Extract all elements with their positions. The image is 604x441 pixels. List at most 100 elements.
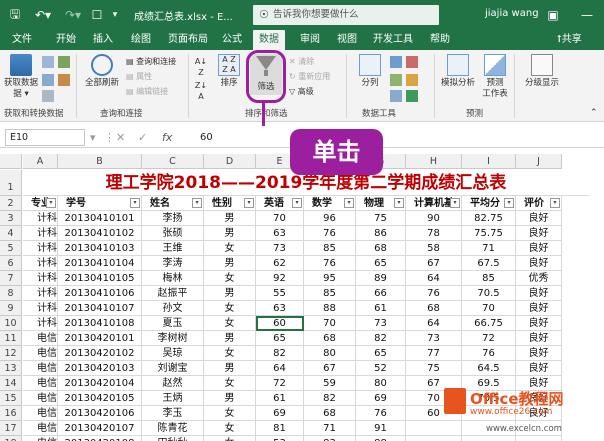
flash-fill-icon[interactable] bbox=[390, 56, 402, 68]
filter-dropdown-icon[interactable]: ▾ bbox=[46, 198, 56, 208]
table-cell[interactable]: 陈青花 bbox=[142, 421, 204, 436]
table-cell[interactable]: 65 bbox=[256, 331, 304, 346]
table-cell[interactable]: 64 bbox=[256, 361, 304, 376]
row-header-9[interactable]: 9 bbox=[0, 301, 22, 316]
row-header-14[interactable]: 14 bbox=[0, 376, 22, 391]
table-cell[interactable]: 68 bbox=[406, 301, 462, 316]
table-cell[interactable]: 计科 bbox=[23, 241, 58, 256]
table-cell[interactable]: 李树树 bbox=[142, 331, 204, 346]
table-cell[interactable]: 73 bbox=[256, 241, 304, 256]
minimize-icon[interactable]: — bbox=[570, 0, 604, 30]
table-cell[interactable]: 76 bbox=[462, 346, 516, 361]
table-cell[interactable]: 66.75 bbox=[462, 316, 516, 331]
table-cell[interactable]: 82.75 bbox=[462, 211, 516, 226]
row-header-13[interactable]: 13 bbox=[0, 361, 22, 376]
column-header-c[interactable]: C bbox=[142, 154, 204, 169]
table-cell[interactable]: 刘谢宝 bbox=[142, 361, 204, 376]
table-cell[interactable]: 计科 bbox=[23, 286, 58, 301]
table-cell[interactable]: 男 bbox=[204, 226, 256, 241]
small-icon[interactable] bbox=[42, 90, 54, 102]
table-cell[interactable]: 77 bbox=[406, 346, 462, 361]
table-cell[interactable]: 75 bbox=[356, 211, 406, 226]
table-cell[interactable]: 20130420103 bbox=[58, 361, 142, 376]
table-cell[interactable]: 20130410107 bbox=[58, 301, 142, 316]
properties-button[interactable]: ▤ 属性 bbox=[126, 71, 152, 82]
refresh-all-button[interactable]: 全部刷新 bbox=[82, 54, 122, 89]
row-header-4[interactable]: 4 bbox=[0, 226, 22, 241]
table-cell[interactable]: 75.75 bbox=[462, 226, 516, 241]
table-cell[interactable]: 68 bbox=[304, 406, 356, 421]
table-cell[interactable]: 20130410103 bbox=[58, 241, 142, 256]
new-file-icon[interactable]: ☐ bbox=[90, 6, 104, 24]
column-title-cell[interactable]: 计算机基 ▾ bbox=[406, 196, 462, 211]
column-header-a[interactable]: A bbox=[23, 154, 58, 169]
filter-dropdown-icon[interactable]: ▾ bbox=[344, 198, 354, 208]
table-cell[interactable]: 68 bbox=[304, 331, 356, 346]
ribbon-display-icon[interactable]: ▣ bbox=[538, 0, 568, 30]
table-cell[interactable]: 李涛 bbox=[142, 256, 204, 271]
table-cell[interactable]: 76 bbox=[356, 406, 406, 421]
user-name[interactable]: jiajia wang bbox=[485, 8, 539, 19]
table-cell[interactable]: 男 bbox=[204, 331, 256, 346]
column-title-cell[interactable]: 专业 ▾ bbox=[23, 196, 58, 211]
tab-draw[interactable]: 绘图 bbox=[131, 30, 151, 50]
table-cell[interactable]: 82 bbox=[304, 391, 356, 406]
row-header-8[interactable]: 8 bbox=[0, 286, 22, 301]
enter-icon[interactable]: ✓ bbox=[138, 129, 147, 146]
table-cell[interactable]: 良好 bbox=[516, 361, 562, 376]
table-cell[interactable]: 男 bbox=[204, 361, 256, 376]
table-cell[interactable]: 76 bbox=[304, 256, 356, 271]
sort-za-icon[interactable]: Z↓ A bbox=[194, 80, 208, 102]
table-cell[interactable]: 女 bbox=[204, 346, 256, 361]
table-cell[interactable]: 69 bbox=[256, 406, 304, 421]
table-cell[interactable]: 男 bbox=[204, 391, 256, 406]
column-title-cell[interactable]: 物理 ▾ bbox=[356, 196, 406, 211]
table-cell[interactable]: 70 bbox=[256, 211, 304, 226]
column-header-b[interactable]: B bbox=[58, 154, 142, 169]
table-cell[interactable]: 计科 bbox=[23, 271, 58, 286]
row-header-11[interactable]: 11 bbox=[0, 331, 22, 346]
table-cell[interactable]: 75 bbox=[406, 361, 462, 376]
table-cell[interactable]: 20130410106 bbox=[58, 286, 142, 301]
remove-duplicates-icon[interactable] bbox=[406, 56, 418, 68]
column-header-i[interactable]: I bbox=[462, 154, 516, 169]
edit-links-button[interactable]: ▤ 编辑链接 bbox=[126, 86, 168, 97]
clear-button[interactable]: ✕ 清除 bbox=[289, 56, 314, 67]
table-cell[interactable]: 20130420107 bbox=[58, 421, 142, 436]
filter-dropdown-icon[interactable]: ▾ bbox=[394, 198, 404, 208]
column-title-cell[interactable]: 评价 ▾ bbox=[516, 196, 562, 211]
column-title-cell[interactable]: 学号 ▾ bbox=[58, 196, 142, 211]
queries-connections-button[interactable]: ▤ 查询和连接 bbox=[126, 56, 176, 67]
column-header-h[interactable]: H bbox=[406, 154, 462, 169]
table-cell[interactable]: 良好 bbox=[516, 226, 562, 241]
tell-me-search[interactable]: ☉ 告诉我你想要做什么 bbox=[253, 5, 439, 25]
small-icon[interactable] bbox=[58, 74, 70, 86]
table-cell[interactable]: 85 bbox=[462, 271, 516, 286]
table-cell[interactable]: 男 bbox=[204, 256, 256, 271]
column-title-cell[interactable]: 英语 ▾ bbox=[256, 196, 304, 211]
row-header-10[interactable]: 10 bbox=[0, 316, 22, 331]
row-header-12[interactable]: 12 bbox=[0, 346, 22, 361]
tab-insert[interactable]: 插入 bbox=[93, 30, 113, 50]
table-cell[interactable]: 61 bbox=[256, 391, 304, 406]
table-cell[interactable]: 良好 bbox=[516, 241, 562, 256]
table-cell[interactable]: 李扬 bbox=[142, 211, 204, 226]
table-cell[interactable]: 女 bbox=[204, 436, 256, 441]
table-cell[interactable]: 女 bbox=[204, 316, 256, 331]
table-cell[interactable]: 20130420108 bbox=[58, 436, 142, 441]
table-cell[interactable]: 72 bbox=[462, 331, 516, 346]
table-cell[interactable]: 20130410102 bbox=[58, 226, 142, 241]
table-cell[interactable]: 53 bbox=[256, 436, 304, 441]
table-cell[interactable]: 良好 bbox=[516, 301, 562, 316]
row-header-15[interactable]: 15 bbox=[0, 391, 22, 406]
small-icon[interactable] bbox=[58, 56, 70, 68]
table-cell[interactable]: 78 bbox=[406, 226, 462, 241]
table-cell[interactable]: 优秀 bbox=[516, 271, 562, 286]
table-cell[interactable]: 田秋秋 bbox=[142, 436, 204, 441]
table-cell[interactable]: 69 bbox=[356, 391, 406, 406]
table-cell[interactable]: 梅林 bbox=[142, 271, 204, 286]
table-cell[interactable]: 计科 bbox=[23, 301, 58, 316]
relationships-icon[interactable] bbox=[390, 90, 402, 102]
table-cell[interactable]: 男 bbox=[204, 286, 256, 301]
table-cell[interactable]: 67 bbox=[406, 256, 462, 271]
